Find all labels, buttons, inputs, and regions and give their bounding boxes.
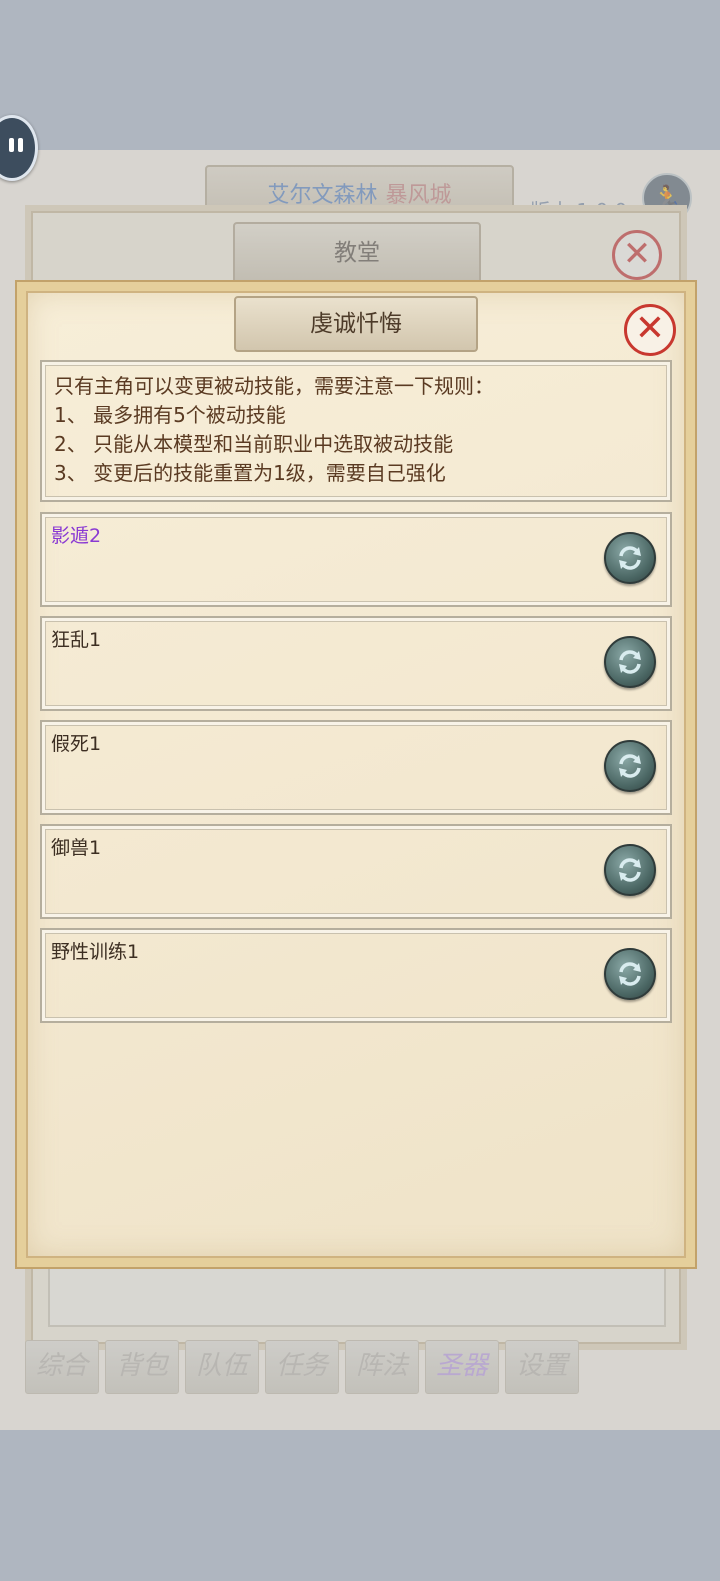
replace-skill-button[interactable]	[604, 844, 656, 896]
skill-name: 假死1	[51, 733, 102, 755]
skill-slot: 御兽1	[40, 824, 672, 919]
refresh-icon	[619, 754, 641, 778]
skill-slot: 影遁2	[40, 512, 672, 607]
refresh-icon	[619, 546, 641, 570]
replace-skill-button[interactable]	[604, 948, 656, 1000]
pause-icon-bar	[18, 138, 23, 152]
dialog-close-button[interactable]: ✕	[624, 304, 676, 356]
refresh-icon	[619, 858, 641, 882]
skill-slot: 狂乱1	[40, 616, 672, 711]
replace-skill-button[interactable]	[604, 740, 656, 792]
dialog-title: 虔诚忏悔	[234, 296, 478, 352]
rule-item: 1、 最多拥有5个被动技能	[54, 403, 286, 427]
pause-icon	[9, 138, 14, 152]
rule-item: 2、 只能从本模型和当前职业中选取被动技能	[54, 432, 454, 456]
refresh-icon	[619, 962, 641, 986]
rules-box: 只有主角可以变更被动技能，需要注意一下规则： 1、 最多拥有5个被动技能 2、 …	[40, 360, 672, 502]
refresh-icon	[619, 650, 641, 674]
skill-name: 野性训练1	[51, 941, 140, 963]
skill-name: 影遁2	[51, 525, 102, 547]
skill-name: 御兽1	[51, 837, 102, 859]
replace-skill-button[interactable]	[604, 636, 656, 688]
rule-item: 3、 变更后的技能重置为1级，需要自己强化	[54, 461, 446, 485]
skill-slot: 假死1	[40, 720, 672, 815]
skill-name: 狂乱1	[51, 629, 102, 651]
close-icon: ✕	[634, 308, 666, 349]
replace-skill-button[interactable]	[604, 532, 656, 584]
rules-intro: 只有主角可以变更被动技能，需要注意一下规则：	[54, 374, 494, 398]
skill-slot: 野性训练1	[40, 928, 672, 1023]
